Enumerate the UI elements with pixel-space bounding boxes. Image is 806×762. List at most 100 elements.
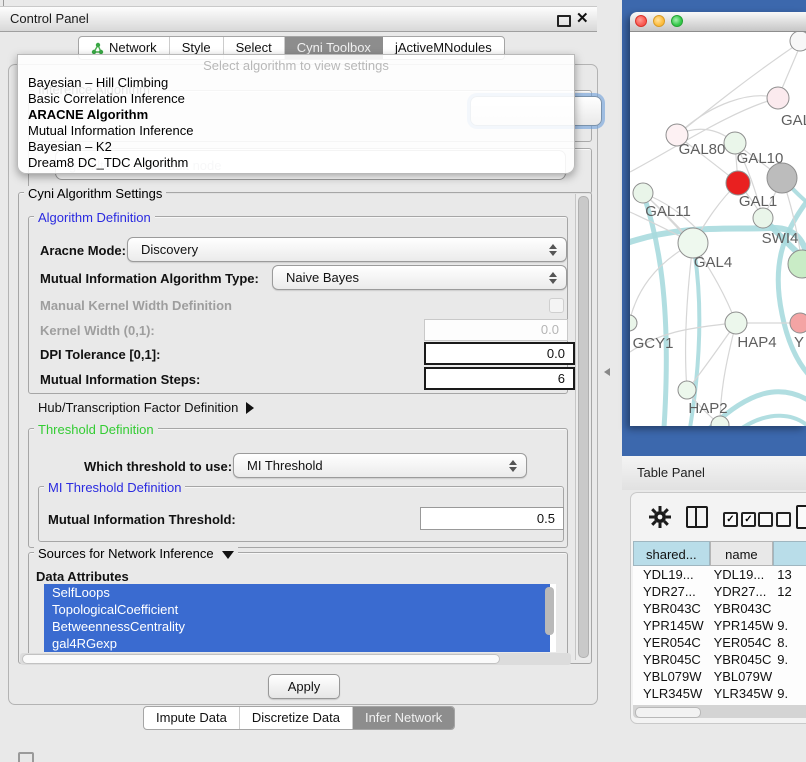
- dropdown-item[interactable]: Bayesian – Hill Climbing: [18, 75, 574, 91]
- table-row[interactable]: YPR145WYPR145W9.: [633, 617, 806, 634]
- list-scrollbar-thumb[interactable]: [545, 587, 554, 635]
- network-node[interactable]: [678, 381, 696, 399]
- apply-button[interactable]: Apply: [268, 674, 340, 699]
- control-panel-titlebar: Control Panel ✕: [0, 6, 597, 32]
- network-node[interactable]: [633, 183, 653, 203]
- settings-hscrollbar[interactable]: [20, 653, 571, 665]
- zoom-window-icon[interactable]: [671, 15, 683, 27]
- combo-spinner-icon: [549, 244, 557, 256]
- close-window-icon[interactable]: [635, 15, 647, 27]
- network-window[interactable]: GALGAL80GAL10GAL1GAL11SWI4GAL4GCY1HAP4YH…: [630, 12, 806, 426]
- app-root: Control Panel ✕ Network Style Select Cyn…: [0, 0, 806, 762]
- tab-discretize-data[interactable]: Discretize Data: [240, 707, 353, 729]
- network-canvas[interactable]: GALGAL80GAL10GAL1GAL11SWI4GAL4GCY1HAP4YH…: [630, 32, 806, 426]
- mi-type-combobox[interactable]: Naive Bayes: [272, 265, 567, 290]
- manual-kernel-checkbox[interactable]: [549, 298, 564, 313]
- table-hscrollbar[interactable]: [633, 705, 806, 718]
- kernel-width-field[interactable]: 0.0: [424, 319, 568, 341]
- sources-group-title[interactable]: Sources for Network Inference: [34, 546, 238, 561]
- combo-spinner-icon: [509, 460, 517, 472]
- expander-expanded-icon: [222, 551, 234, 559]
- dpi-tolerance-label: DPI Tolerance [0,1]:: [40, 347, 160, 362]
- settings-scrollbar-thumb[interactable]: [578, 196, 589, 658]
- which-threshold-combobox[interactable]: MI Threshold: [233, 453, 527, 478]
- network-node-label: GAL11: [645, 203, 691, 220]
- minimized-panel-icon[interactable]: [18, 752, 34, 762]
- dpi-tolerance-field[interactable]: 0.0: [424, 342, 575, 365]
- table-cell: YER054C: [710, 634, 774, 651]
- table-cell: YER054C: [633, 634, 710, 651]
- table-cell: YBR043C: [633, 600, 710, 617]
- network-node[interactable]: [788, 250, 806, 278]
- list-item[interactable]: SelfLoops: [44, 584, 550, 601]
- table-cell: [773, 668, 806, 685]
- network-node-label: HAP2: [688, 400, 727, 417]
- new-table-icon[interactable]: [796, 505, 806, 529]
- network-node[interactable]: [767, 87, 789, 109]
- table-row[interactable]: YDR27...YDR27...12: [633, 583, 806, 600]
- network-node[interactable]: [725, 312, 747, 334]
- column-header-cut[interactable]: [773, 541, 806, 566]
- minimize-window-icon[interactable]: [653, 15, 665, 27]
- table-row[interactable]: YBL079WYBL079W: [633, 668, 806, 685]
- aracne-mode-label: Aracne Mode:: [40, 243, 126, 258]
- threshold-definition-title: Threshold Definition: [34, 422, 158, 437]
- tab-impute-data[interactable]: Impute Data: [144, 707, 240, 729]
- dropdown-placeholder: Select algorithm to view settings: [18, 57, 574, 75]
- table-row[interactable]: YBR043CYBR043C: [633, 600, 806, 617]
- list-item[interactable]: gal4RGexp: [44, 635, 550, 652]
- network-node[interactable]: [790, 313, 806, 333]
- gear-icon[interactable]: [649, 506, 671, 528]
- dropdown-item[interactable]: Mutual Information Inference: [18, 123, 574, 139]
- hide-columns-icon[interactable]: [758, 511, 791, 529]
- list-item[interactable]: BetweennessCentrality: [44, 618, 550, 635]
- split-divider-handle[interactable]: [604, 368, 610, 376]
- dropdown-item[interactable]: Basic Correlation Inference: [18, 91, 574, 107]
- dropdown-item-selected[interactable]: ARACNE Algorithm: [18, 107, 574, 123]
- column-header-name[interactable]: name: [710, 541, 774, 566]
- control-panel-title: Control Panel: [10, 7, 89, 31]
- manual-kernel-label: Manual Kernel Width Definition: [40, 298, 232, 313]
- list-item[interactable]: TopologicalCoefficient: [44, 601, 550, 618]
- table-body: YDL19...YDL19...13YDR27...YDR27...12YBR0…: [633, 566, 806, 705]
- table-cell: YBL079W: [710, 668, 774, 685]
- table-cell: YBL079W: [633, 668, 710, 685]
- tab-infer-network[interactable]: Infer Network: [353, 707, 454, 729]
- table-cell: YPR145W: [710, 617, 774, 634]
- float-window-button[interactable]: [557, 15, 571, 27]
- dropdown-item[interactable]: Dream8 DC_TDC Algorithm: [18, 155, 574, 171]
- table-header-row: shared... name: [633, 541, 806, 566]
- table-cell: YBR045C: [710, 651, 774, 668]
- settings-scrollbar[interactable]: [575, 194, 590, 660]
- column-header-shared-name[interactable]: shared...: [633, 541, 710, 566]
- table-panel-title: Table Panel: [637, 465, 705, 480]
- table-cell: 8.: [773, 634, 806, 651]
- table-cell: YDR27...: [710, 583, 774, 600]
- mi-steps-field[interactable]: 6: [424, 367, 575, 390]
- table-row[interactable]: YDL19...YDL19...13: [633, 566, 806, 583]
- table-row[interactable]: YLR345WYLR345W9.: [633, 685, 806, 702]
- close-panel-button[interactable]: ✕: [576, 7, 589, 31]
- table-cell: YLR345W: [633, 685, 710, 702]
- table-toolbar: ✓✓: [631, 493, 806, 541]
- mi-steps-label: Mutual Information Steps:: [40, 372, 200, 387]
- dropdown-item[interactable]: Bayesian – K2: [18, 139, 574, 155]
- split-view-icon[interactable]: [686, 506, 708, 528]
- aracne-mode-combobox[interactable]: Discovery: [127, 237, 567, 262]
- network-node[interactable]: [711, 416, 729, 426]
- network-node[interactable]: [790, 32, 806, 51]
- show-columns-icon[interactable]: ✓✓: [723, 511, 756, 529]
- table-hscrollbar-thumb[interactable]: [635, 707, 701, 718]
- network-window-titlebar[interactable]: [630, 12, 806, 32]
- network-node[interactable]: [767, 163, 797, 193]
- mi-threshold-field[interactable]: 0.5: [420, 507, 564, 530]
- network-node[interactable]: [630, 315, 637, 331]
- settings-hscrollbar-thumb[interactable]: [22, 654, 500, 664]
- network-node[interactable]: [753, 208, 773, 228]
- table-cell: 12: [773, 583, 806, 600]
- hub-definition-expander[interactable]: Hub/Transcription Factor Definition: [38, 400, 254, 415]
- table-row[interactable]: YER054CYER054C8.: [633, 634, 806, 651]
- network-node[interactable]: [726, 171, 750, 195]
- table-row[interactable]: YBR045CYBR045C9.: [633, 651, 806, 668]
- settings-group-title: Cyni Algorithm Settings: [24, 186, 166, 201]
